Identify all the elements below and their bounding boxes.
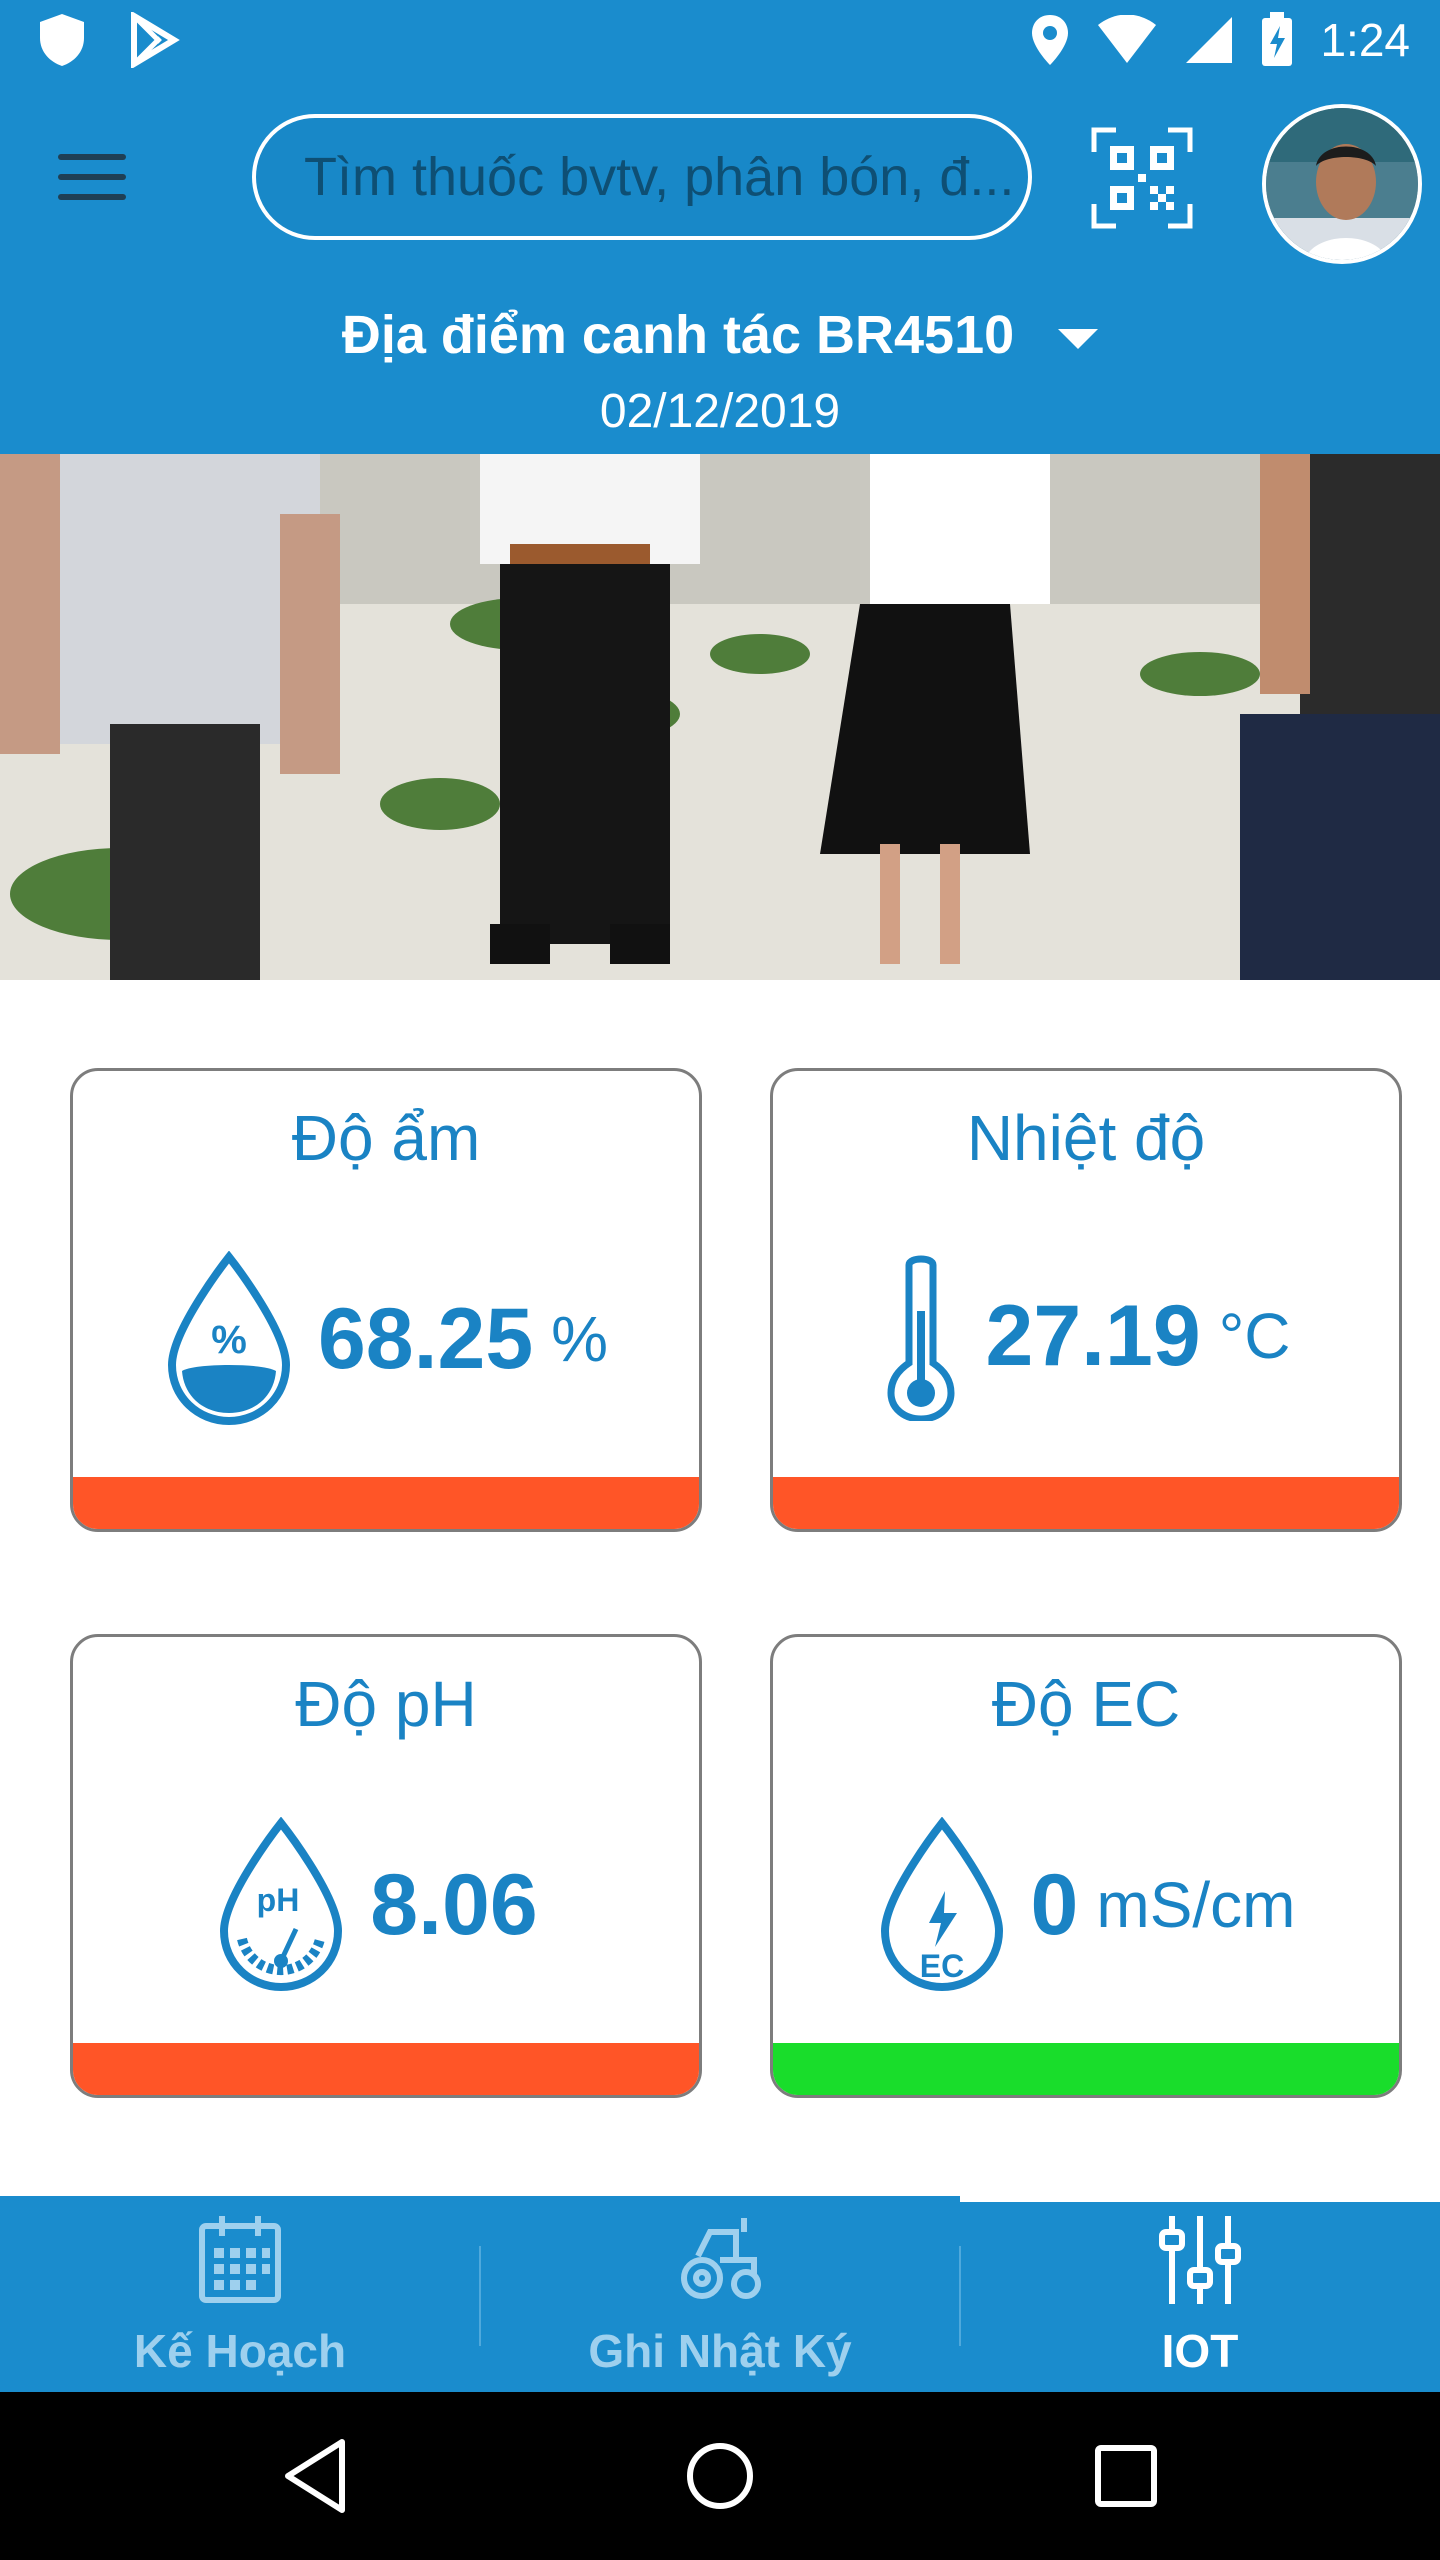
top-app-bar: Tìm thuốc bvtv, phân bón, đ... bbox=[0, 84, 1440, 280]
svg-text:pH: pH bbox=[257, 1882, 300, 1918]
hamburger-menu-icon[interactable] bbox=[58, 154, 138, 210]
status-bar: 1:24 bbox=[0, 0, 1440, 84]
tab-ke-hoach[interactable]: Kế Hoạch bbox=[0, 2196, 480, 2392]
ec-drop-icon: EC bbox=[880, 1817, 1003, 1992]
status-bar-alert bbox=[773, 1477, 1399, 1529]
sensor-title: Nhiệt độ bbox=[966, 1102, 1206, 1174]
status-bar-alert bbox=[73, 2043, 699, 2095]
tab-ghi-nhat-ky[interactable]: Ghi Nhật Ký bbox=[480, 2196, 960, 2392]
avatar-photo bbox=[1266, 108, 1418, 260]
sensor-value: 8.06 bbox=[370, 1856, 538, 1953]
thermometer-icon bbox=[887, 1255, 955, 1421]
sensor-value: 0 bbox=[1030, 1856, 1079, 1953]
tab-label: Kế Hoạch bbox=[133, 2325, 347, 2377]
location-selector[interactable]: Địa điểm canh tác BR4510 bbox=[0, 304, 1440, 366]
tab-label: IOT bbox=[1161, 2325, 1239, 2377]
clock: 1:24 bbox=[1320, 14, 1410, 66]
chevron-down-icon bbox=[1058, 328, 1099, 349]
search-input[interactable]: Tìm thuốc bvtv, phân bón, đ... bbox=[252, 114, 1032, 240]
sensor-unit: mS/cm bbox=[1096, 1869, 1296, 1941]
status-bar-ok bbox=[773, 2043, 1399, 2095]
location-header[interactable]: Địa điểm canh tác BR4510 02/12/2019 bbox=[0, 280, 1440, 454]
sensor-unit: % bbox=[551, 1303, 609, 1375]
sensor-title: Độ ẩm bbox=[291, 1102, 481, 1174]
temperature-card[interactable]: Nhiệt độ 27.19 °C bbox=[770, 1068, 1402, 1532]
qr-code-icon[interactable] bbox=[1090, 126, 1194, 230]
location-date: 02/12/2019 bbox=[599, 385, 841, 438]
shield-icon bbox=[40, 14, 84, 66]
farm-banner-image bbox=[0, 454, 1440, 980]
status-bar-alert bbox=[73, 1477, 699, 1529]
recents-icon[interactable] bbox=[1090, 2436, 1162, 2516]
sensor-value: 27.19 bbox=[985, 1287, 1201, 1384]
play-store-icon bbox=[131, 12, 180, 68]
location-pin-icon bbox=[1032, 15, 1069, 65]
cell-signal-icon bbox=[1186, 17, 1233, 63]
user-avatar[interactable] bbox=[1262, 104, 1422, 264]
system-navigation-bar bbox=[0, 2392, 1440, 2560]
ec-card[interactable]: Độ EC EC 0 mS/cm bbox=[770, 1634, 1402, 2098]
ph-drop-icon: pH bbox=[220, 1817, 343, 1992]
ph-card[interactable]: Độ pH pH 8.06 bbox=[70, 1634, 702, 2098]
back-icon[interactable] bbox=[280, 2436, 350, 2516]
location-name: Địa điểm canh tác BR4510 bbox=[341, 305, 1015, 365]
wifi-icon bbox=[1098, 15, 1157, 63]
humidity-drop-icon: % bbox=[167, 1251, 290, 1426]
tab-label: Ghi Nhật Ký bbox=[588, 2325, 852, 2377]
home-icon[interactable] bbox=[684, 2436, 756, 2516]
humidity-card[interactable]: Độ ẩm % 68.25 % bbox=[70, 1068, 702, 1532]
calendar-icon bbox=[199, 2216, 281, 2303]
sensor-title: Độ EC bbox=[991, 1668, 1181, 1740]
bottom-navigation: Kế Hoạch Ghi Nhật Ký IOT bbox=[0, 2196, 1440, 2392]
sensor-unit: °C bbox=[1218, 1300, 1291, 1372]
sliders-icon bbox=[1159, 2216, 1241, 2304]
svg-text:%: % bbox=[211, 1318, 247, 1362]
tractor-icon bbox=[681, 2218, 761, 2299]
sensor-value: 68.25 bbox=[317, 1290, 534, 1387]
sensor-title: Độ pH bbox=[295, 1668, 477, 1740]
tab-iot[interactable]: IOT bbox=[960, 2196, 1440, 2392]
svg-text:EC: EC bbox=[919, 1948, 963, 1984]
battery-charging-icon bbox=[1262, 12, 1293, 66]
